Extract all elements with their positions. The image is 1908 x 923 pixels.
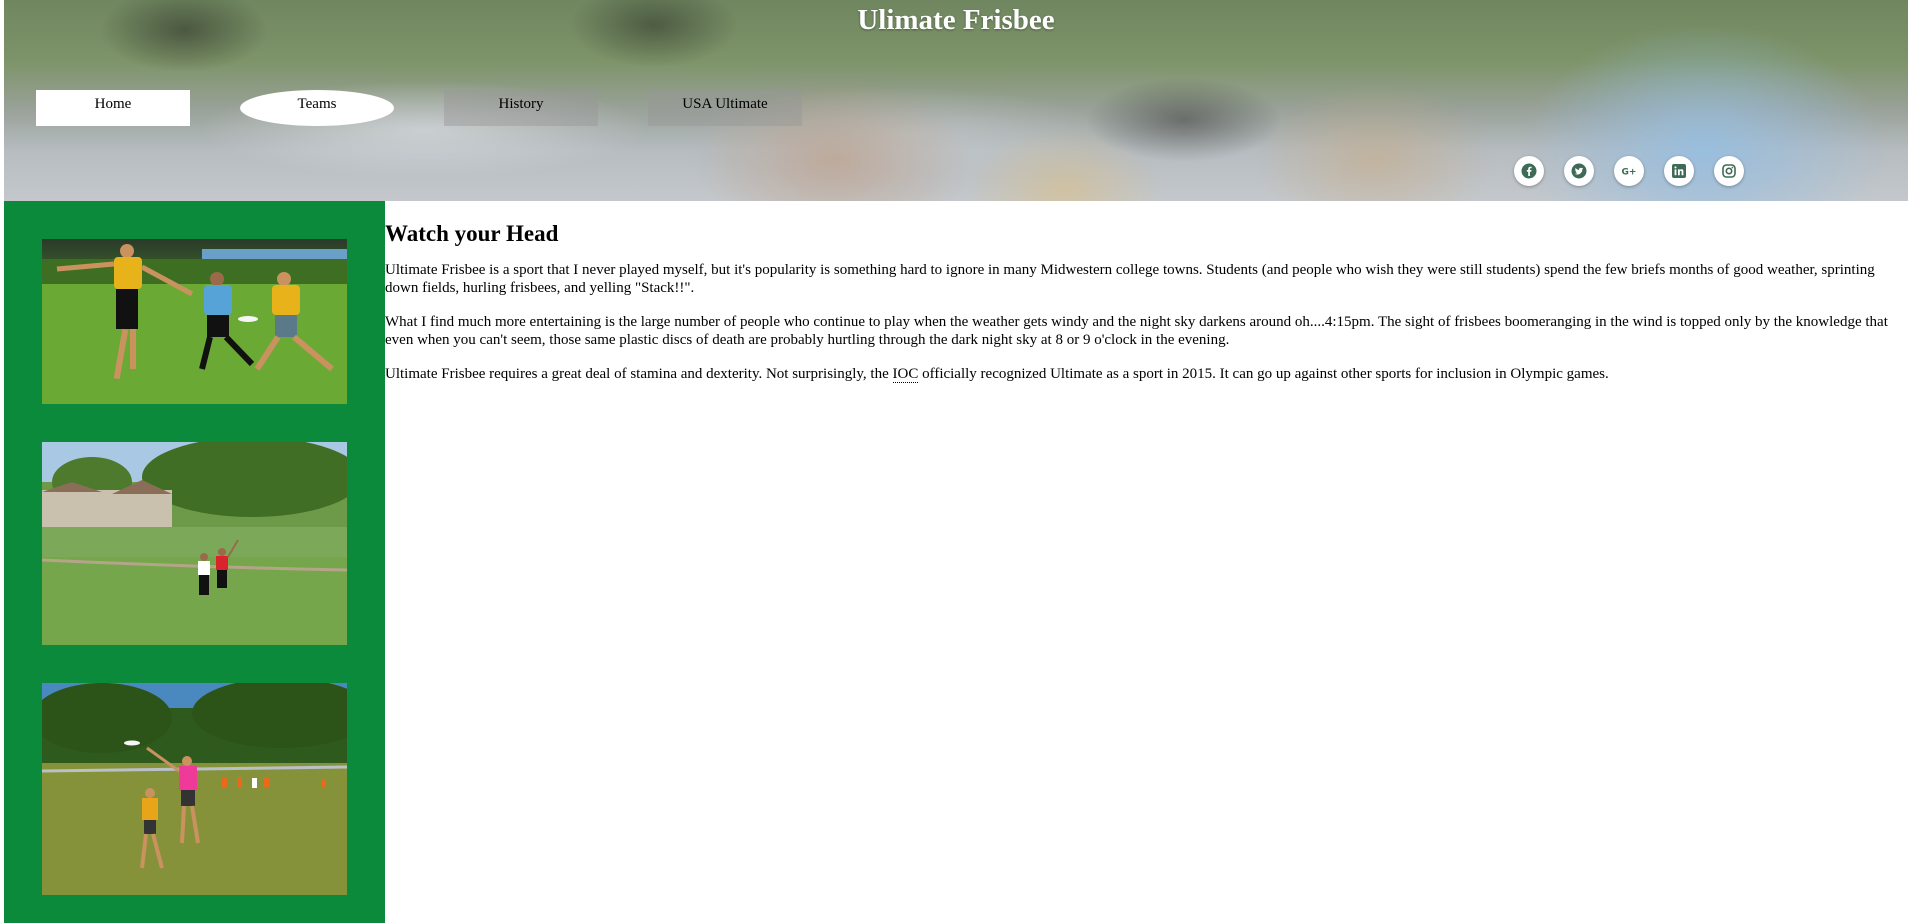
linkedin-link[interactable] <box>1664 156 1694 186</box>
nav-history-button[interactable]: History <box>444 90 598 126</box>
ioc-abbreviation[interactable]: IOC <box>892 366 919 383</box>
facebook-link[interactable] <box>1514 156 1544 186</box>
instagram-icon <box>1722 164 1736 178</box>
article-paragraph-3: Ultimate Frisbee requires a great deal o… <box>385 365 1895 383</box>
google-plus-icon: G+ <box>1622 168 1637 178</box>
sidebar <box>4 201 385 923</box>
twitter-link[interactable] <box>1564 156 1594 186</box>
nav-usa-ultimate-button[interactable]: USA Ultimate <box>648 90 802 126</box>
article-paragraph-3-start: Ultimate Frisbee requires a great deal o… <box>385 366 893 382</box>
article-paragraph-2: What I find much more entertaining is th… <box>385 314 1888 348</box>
main-content: Watch your Head Ultimate Frisbee is a sp… <box>385 201 1895 399</box>
header-banner: Ulimate Frisbee Home Teams History USA U… <box>4 0 1908 201</box>
instagram-link[interactable] <box>1714 156 1744 186</box>
nav-home-button[interactable]: Home <box>36 90 190 126</box>
facebook-icon <box>1521 163 1537 179</box>
svg-text:G+: G+ <box>1622 168 1637 178</box>
google-plus-link[interactable]: G+ <box>1614 156 1644 186</box>
nav-teams-button[interactable]: Teams <box>240 90 394 126</box>
twitter-icon <box>1571 163 1587 179</box>
frisbee-photo-1 <box>42 239 347 404</box>
site-title: Ulimate Frisbee <box>857 4 1055 36</box>
linkedin-icon <box>1672 164 1686 178</box>
article-paragraph-1: Ultimate Frisbee is a sport that I never… <box>385 262 1875 296</box>
frisbee-photo-3 <box>42 683 347 895</box>
article-paragraph-3-end: officially recognized Ultimate as a spor… <box>918 366 1609 382</box>
frisbee-photo-3-image <box>42 683 347 895</box>
frisbee-photo-2 <box>42 442 347 645</box>
frisbee-photo-2-image <box>42 442 347 645</box>
frisbee-photo-1-image <box>42 239 347 404</box>
article-heading: Watch your Head <box>385 221 559 246</box>
page: Ulimate Frisbee Home Teams History USA U… <box>0 0 1908 923</box>
